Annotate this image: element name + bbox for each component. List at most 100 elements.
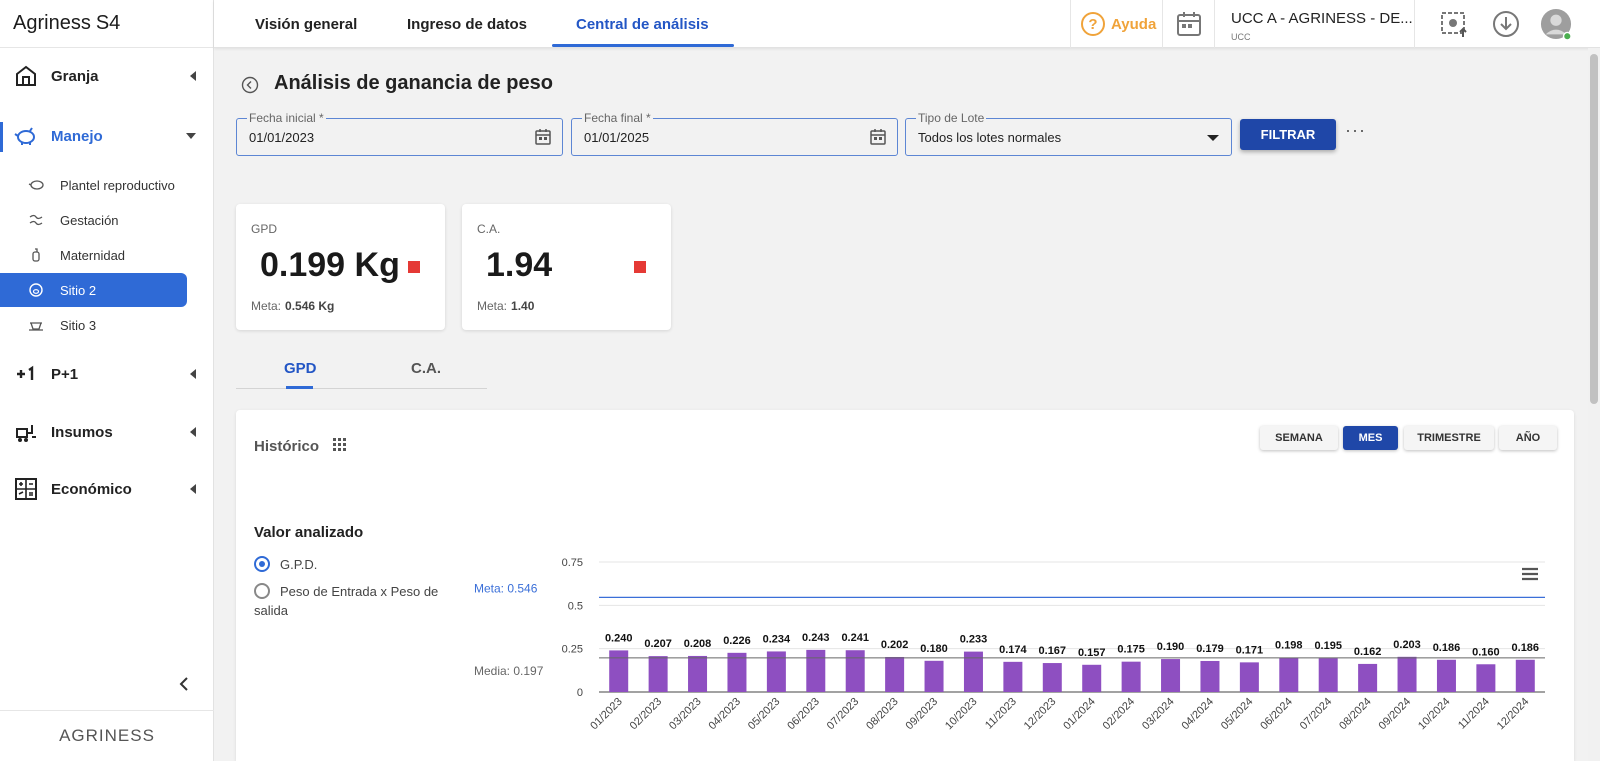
- nav-group-manejo[interactable]: Manejo: [0, 118, 214, 154]
- nav-group-label: Manejo: [51, 127, 103, 145]
- chart-menu-icon[interactable]: [1520, 566, 1540, 582]
- lot-type-value: Todos los lotes normales: [918, 130, 1062, 145]
- calendar-icon: [1176, 12, 1201, 36]
- sidebar-item-plantel[interactable]: Plantel reproductivo: [0, 168, 187, 202]
- peso-radio-label[interactable]: Peso de Entrada x Peso de salida: [254, 582, 454, 620]
- subtab-divider: [236, 388, 487, 389]
- kpi-label: C.A.: [477, 222, 501, 236]
- active-tab-indicator: [552, 44, 734, 47]
- subtab-ca[interactable]: C.A.: [411, 360, 441, 377]
- kpi-meta-label: Meta:: [251, 299, 282, 313]
- help-icon: ?: [1081, 12, 1105, 36]
- tab-ingreso-datos[interactable]: Ingreso de datos: [407, 0, 527, 48]
- valor-analizado-title: Valor analizado: [254, 524, 364, 541]
- sidebar-item-sitio-3[interactable]: Sitio 3: [0, 308, 187, 342]
- farm-selector[interactable]: UCC A - AGRINESS - DE... UCC: [1214, 0, 1414, 48]
- historico-card: Histórico SEMANA MES TRIMESTRE AÑO Valor…: [236, 410, 1574, 761]
- end-date-field[interactable]: Fecha final * 01/01/2025: [571, 111, 898, 156]
- kpi-meta-value: 1.40: [511, 299, 535, 313]
- pig-icon: [28, 180, 44, 190]
- download-button[interactable]: [1490, 8, 1522, 40]
- lot-type-label: Tipo de Lote: [916, 111, 987, 125]
- grid-icon[interactable]: [333, 438, 347, 452]
- period-mes-button[interactable]: MES: [1343, 426, 1398, 450]
- chevron-down-icon: [186, 133, 196, 139]
- nav-group-p1[interactable]: P+1: [0, 356, 214, 392]
- help-button[interactable]: ? Ayuda: [1070, 0, 1162, 48]
- chevron-left-icon: [190, 427, 196, 437]
- help-label: Ayuda: [1111, 15, 1157, 33]
- gpd-radio[interactable]: [254, 556, 270, 572]
- sidebar-item-maternidad[interactable]: Maternidad: [0, 238, 187, 272]
- footer-logo: AGRINESS: [0, 710, 214, 761]
- nav-group-label: P+1: [51, 365, 79, 383]
- nav-group-label: Económico: [51, 480, 132, 498]
- nav-group-label: Insumos: [51, 423, 113, 441]
- back-icon[interactable]: [241, 76, 259, 94]
- collapse-sidebar-icon[interactable]: [176, 676, 192, 692]
- chevron-left-icon: [190, 484, 196, 494]
- kpi-label: GPD: [251, 222, 278, 236]
- brand-suffix: S4: [95, 12, 121, 34]
- period-semana-button[interactable]: SEMANA: [1260, 426, 1338, 450]
- card-title: Histórico: [254, 438, 320, 455]
- nav-group-economico[interactable]: Económico: [0, 471, 214, 507]
- kpi-meta-label: Meta:: [477, 299, 508, 313]
- period-trimestre-button[interactable]: TRIMESTRE: [1404, 426, 1494, 450]
- gpd-radio-label[interactable]: G.P.D.: [280, 555, 317, 574]
- calendar-button[interactable]: [1162, 0, 1214, 48]
- pig-face-icon: [29, 283, 43, 297]
- sidebar-item-label: Plantel reproductivo: [60, 177, 175, 193]
- more-options-icon[interactable]: ···: [1345, 121, 1365, 142]
- top-bar: Visión general Ingreso de datos Central …: [214, 0, 1600, 48]
- start-date-value: 01/01/2023: [249, 130, 315, 145]
- end-date-value: 01/01/2025: [584, 130, 650, 145]
- download-icon: [1493, 11, 1519, 37]
- farm-subtitle: UCC: [1231, 32, 1251, 42]
- gestation-icon: [29, 214, 43, 226]
- active-subtab-indicator: [286, 386, 313, 389]
- lot-type-select[interactable]: Tipo de Lote Todos los lotes normales: [905, 111, 1232, 156]
- tab-vision-general[interactable]: Visión general: [255, 0, 357, 48]
- kpi-card-ca: C.A. 1.94 Meta: 1.40: [462, 204, 671, 330]
- user-avatar-button[interactable]: [1540, 8, 1572, 41]
- barn-icon: [16, 65, 36, 86]
- tab-central-analisis[interactable]: Central de análisis: [576, 0, 709, 48]
- page-title: Análisis de ganancia de peso: [274, 72, 553, 94]
- sidebar-item-sitio-2[interactable]: Sitio 2: [0, 273, 187, 307]
- caret-down-icon: [1207, 135, 1219, 141]
- scroll-thumb[interactable]: [1590, 54, 1598, 404]
- calendar-icon[interactable]: [534, 128, 552, 146]
- nav-group-granja[interactable]: Granja: [0, 58, 214, 94]
- share-screen-button[interactable]: [1438, 8, 1470, 40]
- nav-group-insumos[interactable]: Insumos: [0, 414, 214, 450]
- nav-group-label: Granja: [51, 67, 99, 85]
- divider: [1414, 0, 1415, 48]
- filter-button[interactable]: FILTRAR: [1240, 119, 1336, 150]
- screen-share-icon: [1441, 12, 1467, 37]
- status-indicator: [408, 261, 420, 273]
- sidebar-item-label: Sitio 3: [60, 317, 97, 333]
- start-date-field[interactable]: Fecha inicial * 01/01/2023: [236, 111, 563, 156]
- plus-one-icon: [17, 365, 34, 380]
- sidebar-item-gestacion[interactable]: Gestación: [0, 203, 187, 237]
- kpi-value: 1.94: [486, 246, 553, 284]
- calendar-icon[interactable]: [869, 128, 887, 146]
- kpi-meta: Meta: 0.546 Kg: [251, 299, 334, 313]
- sidebar-item-label: Gestación: [60, 212, 119, 228]
- chevron-left-icon: [190, 71, 196, 81]
- farm-name: UCC A - AGRINESS - DE...: [1231, 10, 1413, 27]
- avatar-icon: [1540, 8, 1572, 41]
- kpi-card-gpd: GPD 0.199 Kg Meta: 0.546 Kg: [236, 204, 445, 330]
- scrollbar[interactable]: [1588, 48, 1600, 761]
- kpi-meta: Meta: 1.40: [477, 299, 534, 313]
- calculator-icon: [15, 478, 37, 500]
- sidebar-item-label: Maternidad: [60, 247, 126, 263]
- trough-icon: [29, 322, 43, 331]
- status-indicator: [634, 261, 646, 273]
- period-ano-button[interactable]: AÑO: [1499, 426, 1557, 450]
- subtab-gpd[interactable]: GPD: [284, 360, 317, 377]
- kpi-meta-value: 0.546 Kg: [285, 299, 335, 313]
- bottle-icon: [32, 248, 40, 262]
- chevron-left-icon: [190, 369, 196, 379]
